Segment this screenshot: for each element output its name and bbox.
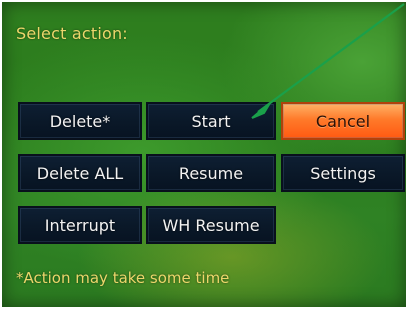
wh-resume-button[interactable]: WH Resume: [146, 206, 276, 244]
resume-button[interactable]: Resume: [146, 154, 276, 192]
delete-button[interactable]: Delete*: [18, 102, 142, 140]
interrupt-button[interactable]: Interrupt: [18, 206, 142, 244]
delete-all-button[interactable]: Delete ALL: [18, 154, 142, 192]
menu-screen: Select action: Delete* Start Cancel Dele…: [2, 2, 406, 307]
settings-button[interactable]: Settings: [281, 154, 405, 192]
cancel-button[interactable]: Cancel: [281, 102, 405, 140]
footnote-text: *Action may take some time: [16, 269, 230, 287]
start-button[interactable]: Start: [146, 102, 276, 140]
prompt-title: Select action:: [16, 24, 128, 43]
